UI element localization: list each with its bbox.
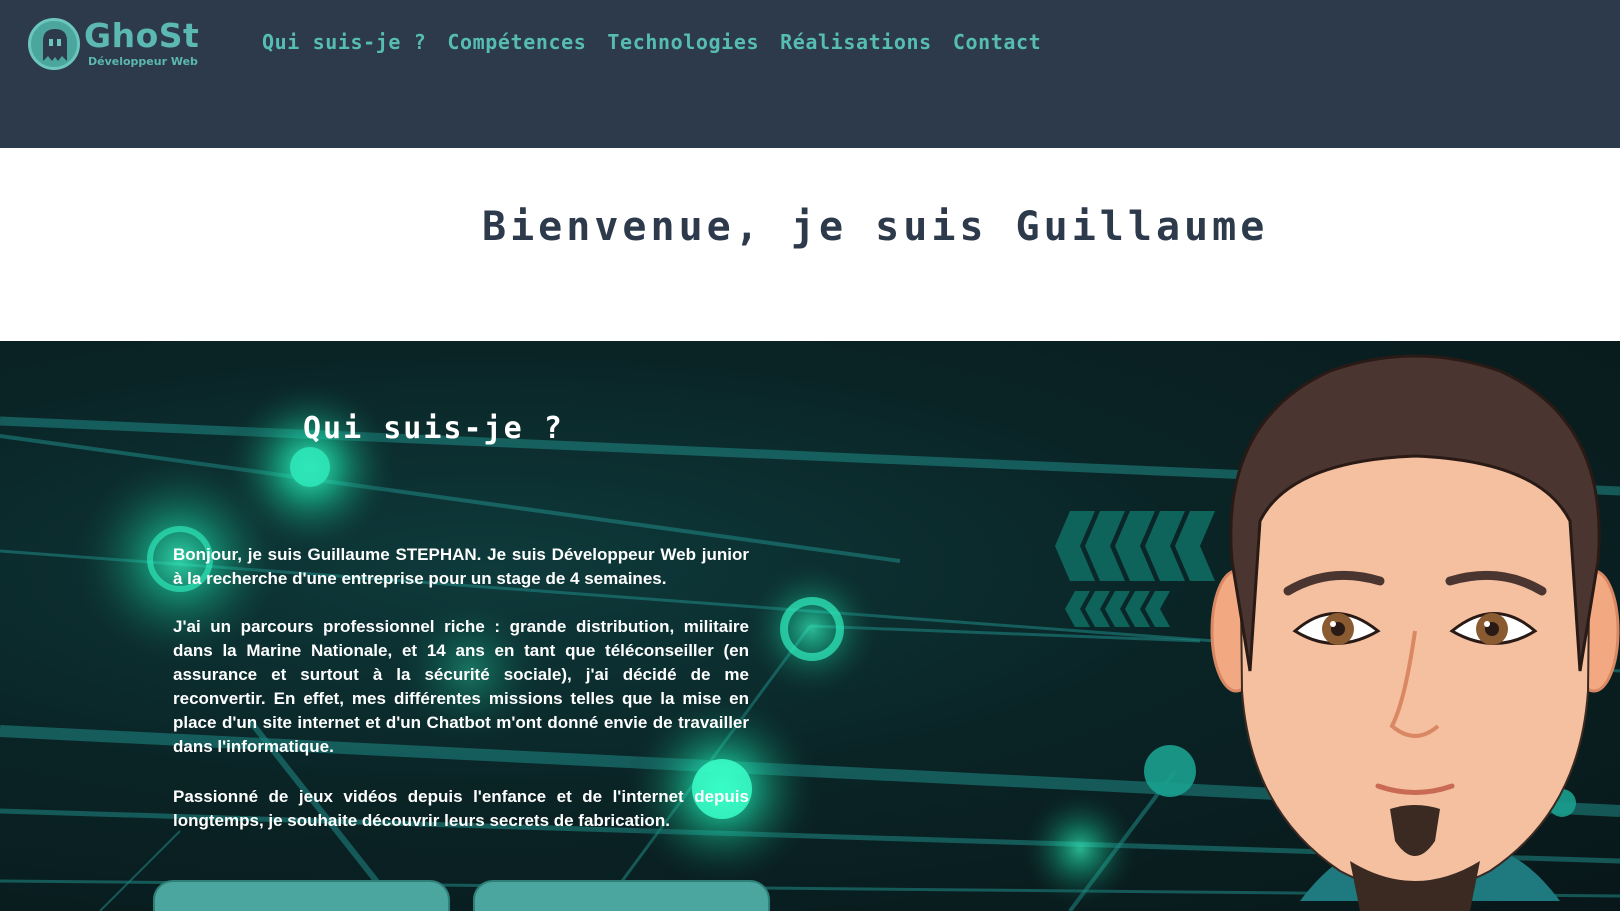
logo-name: GhoSt	[84, 16, 200, 55]
welcome-title: Bienvenue, je suis Guillaume	[482, 204, 1269, 250]
nav-item-qui-suis-je[interactable]: Qui suis-je ?	[262, 30, 426, 60]
about-text: Bonjour, je suis Guillaume STEPHAN. Je s…	[173, 543, 749, 857]
about-title: Qui suis-je ?	[303, 411, 564, 446]
action-button-left[interactable]	[153, 880, 450, 911]
about-paragraph: Passionné de jeux vidéos depuis l'enfanc…	[173, 787, 749, 830]
about-section: Qui suis-je ? Bonjour, je suis Guillaume…	[0, 341, 1620, 911]
welcome-banner: Bienvenue, je suis Guillaume	[0, 148, 1620, 341]
nav-item-realisations[interactable]: Réalisations	[780, 30, 932, 60]
about-paragraph: J'ai un parcours professionnel riche : g…	[173, 617, 749, 756]
main-nav: Qui suis-je ? Compétences Technologies R…	[262, 30, 1062, 60]
nav-item-contact[interactable]: Contact	[953, 30, 1042, 60]
avatar-illustration	[1210, 354, 1620, 911]
logo-tagline: Développeur Web	[88, 55, 198, 68]
nav-item-technologies[interactable]: Technologies	[607, 30, 759, 60]
nav-item-competences[interactable]: Compétences	[447, 30, 586, 60]
site-header: GhoSt Développeur Web Qui suis-je ? Comp…	[0, 0, 1620, 148]
ghost-icon	[28, 18, 80, 70]
about-paragraph: Bonjour, je suis Guillaume STEPHAN. Je s…	[173, 545, 749, 588]
action-button-right[interactable]	[473, 880, 770, 911]
site-logo[interactable]: GhoSt Développeur Web	[28, 16, 208, 72]
